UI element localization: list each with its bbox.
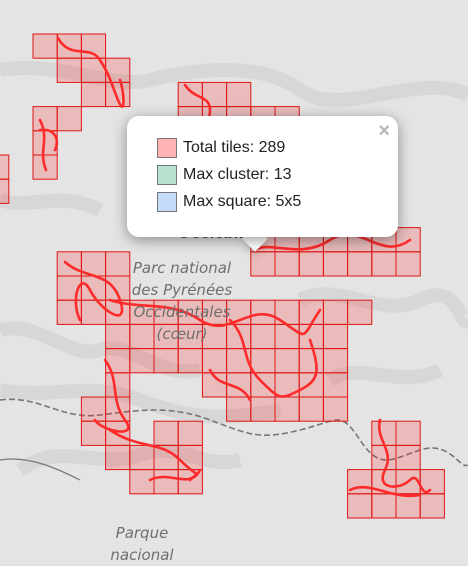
tile-square (322, 396, 349, 422)
max-square-row: Max square: 5x5 (157, 192, 301, 212)
tile-square (322, 323, 349, 350)
tile-square (80, 396, 107, 422)
tile-square (274, 396, 300, 422)
tile-square (105, 372, 131, 398)
tile-square (105, 81, 131, 108)
tile-square (32, 106, 58, 132)
tile-square (419, 493, 445, 519)
stats-popup: × Total tiles: 289 Max cluster: 13 Max s… (127, 116, 398, 237)
tile-square (347, 493, 373, 519)
tile-square (250, 299, 276, 325)
tile-square (105, 444, 131, 471)
total-tiles-row: Total tiles: 289 (157, 138, 285, 158)
tile-square (153, 469, 179, 495)
tile-square (56, 106, 82, 132)
tile-square (274, 251, 300, 277)
max-cluster-swatch (157, 165, 177, 185)
tile-square (226, 396, 252, 422)
label-line: des Pyrénées (131, 281, 233, 299)
tile-square (322, 251, 349, 277)
tile-square (177, 420, 203, 446)
tile-square (347, 299, 373, 325)
label-line: Parque (115, 524, 169, 542)
tile-square (226, 81, 252, 108)
max-cluster-label: Max cluster: 13 (183, 166, 292, 183)
tile-square (250, 348, 276, 374)
max-cluster-row: Max cluster: 13 (157, 165, 291, 185)
tile-square (298, 372, 324, 398)
tile-square (371, 444, 397, 471)
tile-square (80, 299, 107, 325)
tile-square (201, 348, 228, 374)
label-line: Occidentales (133, 303, 231, 321)
tile-square (177, 81, 203, 108)
tile-square (298, 396, 324, 422)
map-label-parc-pyrenees: Parc national des Pyrénées Occidentales … (118, 257, 246, 345)
tile-square (177, 348, 203, 374)
tile-square (371, 493, 397, 519)
tile-square (201, 81, 228, 108)
tile-square (274, 299, 300, 325)
label-line: (cœur) (156, 325, 208, 343)
tile-square (0, 154, 10, 180)
tile-square (56, 57, 82, 83)
label-line: nacional (110, 546, 174, 564)
max-square-swatch (157, 192, 177, 212)
close-icon[interactable]: × (378, 120, 390, 142)
tile-square (274, 348, 300, 374)
tile-square (153, 348, 179, 374)
tile-square (395, 493, 421, 519)
tile-square (0, 178, 10, 204)
max-square-label: Max square: 5x5 (183, 193, 302, 210)
map-label-parque-nacional: Parque nacional (96, 522, 188, 566)
tile-square (395, 420, 421, 446)
total-tiles-swatch (157, 138, 177, 158)
tile-square (80, 81, 107, 108)
tile-square (129, 469, 155, 495)
tile-square (129, 444, 155, 471)
tile-square (274, 323, 300, 350)
tile-square (322, 372, 349, 398)
label-line: Parc national (132, 259, 232, 277)
total-tiles-label: Total tiles: 289 (183, 139, 286, 156)
tile-square (298, 348, 324, 374)
tile-square (250, 251, 276, 277)
tile-square (395, 251, 421, 277)
tile-square (322, 348, 349, 374)
tile-square (177, 444, 203, 471)
tile-square (250, 396, 276, 422)
tile-square (395, 444, 421, 471)
tile-square (250, 323, 276, 350)
tile-square (298, 251, 324, 277)
tile-square (395, 227, 421, 253)
tile-square (129, 348, 155, 374)
tile-square (56, 33, 82, 59)
tile-square (322, 299, 349, 325)
tile-square (347, 251, 373, 277)
tile-square (371, 251, 397, 277)
tile-square (250, 372, 276, 398)
tile-square (153, 420, 179, 446)
tile-square (32, 33, 58, 59)
